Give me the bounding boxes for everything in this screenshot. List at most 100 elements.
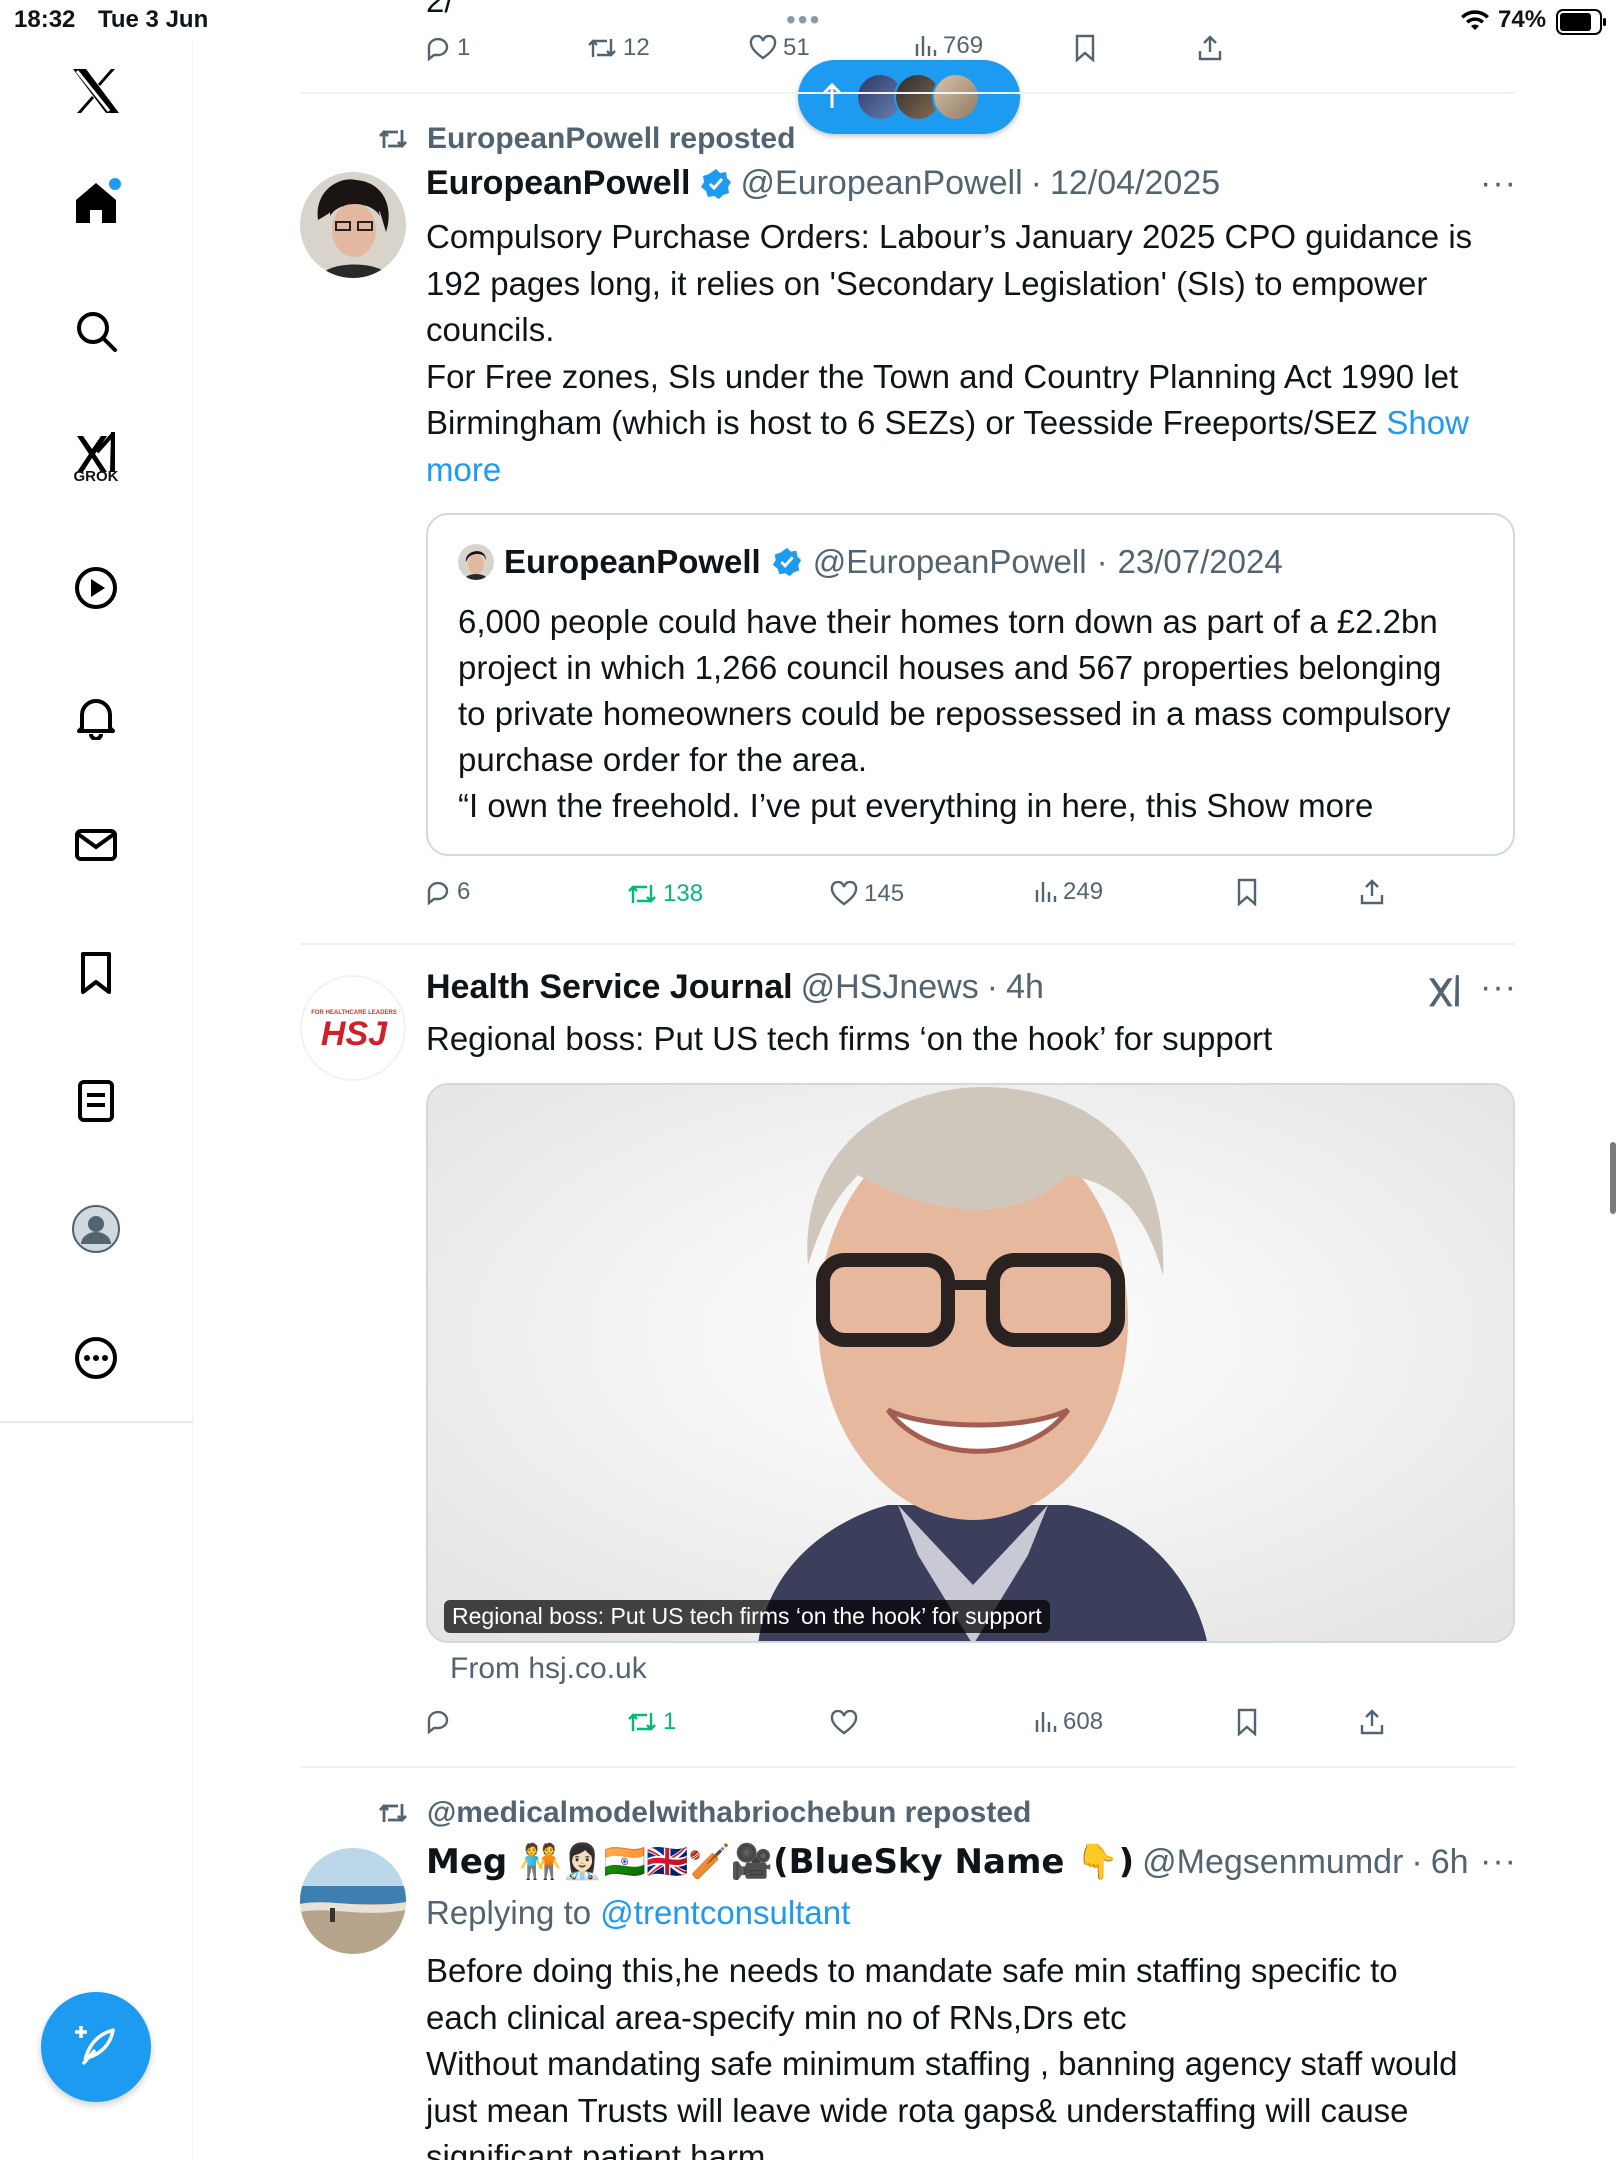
timestamp[interactable]: 6h <box>1431 1843 1469 1882</box>
link-card-image[interactable]: Regional boss: Put US tech firms ‘on the… <box>426 1083 1515 1643</box>
quote-body: 6,000 people could have their homes torn… <box>458 599 1498 829</box>
bookmark-button[interactable] <box>1235 878 1259 906</box>
like-icon <box>749 35 777 60</box>
reply-button[interactable]: 1 <box>425 34 470 62</box>
drag-handle-dots[interactable]: ••• <box>786 4 821 36</box>
avatar[interactable]: FOR HEALTHCARE LEADERS HSJ <box>300 975 406 1081</box>
compose-post-button[interactable] <box>41 1992 151 2102</box>
more-options-icon[interactable]: ··· <box>1480 968 1517 1007</box>
bookmark-button[interactable] <box>1073 34 1097 62</box>
reply-icon <box>427 1710 449 1734</box>
messages-icon[interactable] <box>67 816 125 874</box>
tweet-line: 192 pages long, it relies on 'Secondary … <box>426 264 1428 302</box>
quote-line: 6,000 people could have their homes torn… <box>458 603 1438 640</box>
share-button[interactable] <box>1359 878 1385 906</box>
avatar[interactable] <box>300 1848 406 1954</box>
portrait-photo <box>428 1085 1513 1641</box>
replying-to: Replying to @trentconsultant <box>426 1894 850 1932</box>
repost-button[interactable]: 1 <box>627 1708 676 1736</box>
handle[interactable]: @Megsenmumdr <box>1142 1843 1403 1882</box>
replying-to-link[interactable]: @trentconsultant <box>600 1894 850 1931</box>
handle[interactable]: @HSJnews <box>801 968 979 1007</box>
link-source[interactable]: From hsj.co.uk <box>450 1652 647 1686</box>
dot-separator: · <box>1411 1842 1423 1881</box>
tweet-line: each clinical area-specify min no of RNs… <box>426 1998 1127 2036</box>
views-count: 608 <box>1063 1708 1104 1735</box>
share-button[interactable] <box>1197 34 1223 62</box>
tweet-separator <box>300 92 1515 94</box>
display-name[interactable]: EuropeanPowell <box>426 164 691 203</box>
views-icon <box>915 36 937 56</box>
views-button[interactable]: 249 <box>1033 878 1103 906</box>
new-posts-pill[interactable] <box>798 60 1020 134</box>
quote-avatar <box>458 544 494 580</box>
notifications-icon[interactable] <box>67 688 125 746</box>
like-button[interactable]: 51 <box>749 34 810 62</box>
more-options-icon[interactable]: ··· <box>1480 164 1517 203</box>
wifi-icon <box>1460 8 1490 39</box>
tweet-header: EuropeanPowell @EuropeanPowell · 12/04/2… <box>426 164 1220 203</box>
more-options-icon[interactable]: ··· <box>1480 1842 1517 1881</box>
bookmark-icon <box>1237 1708 1257 1736</box>
repost-icon <box>379 1804 407 1822</box>
bookmarks-icon[interactable] <box>67 944 125 1002</box>
repost-indicator[interactable]: @medicalmodelwithabriochebun reposted <box>377 1796 1031 1830</box>
reply-count: 6 <box>457 878 471 905</box>
quote-tweet[interactable]: EuropeanPowell @EuropeanPowell · 23/07/2… <box>426 513 1515 856</box>
repost-count: 1 <box>663 1708 677 1735</box>
x-logo-icon[interactable] <box>67 62 125 120</box>
home-icon[interactable] <box>67 174 125 232</box>
quote-line: project in which 1,266 council houses an… <box>458 649 1442 686</box>
grok-icon[interactable] <box>1426 972 1462 1013</box>
repost-button[interactable]: 138 <box>627 880 703 908</box>
profile-avatar-icon[interactable] <box>67 1200 125 1258</box>
avatar[interactable] <box>300 172 406 278</box>
tweet-line: For Free zones, SIs under the Town and C… <box>426 357 1459 395</box>
repost-button[interactable]: 12 <box>587 34 650 62</box>
bookmark-button[interactable] <box>1235 1708 1259 1736</box>
dot-separator: · <box>1030 164 1042 202</box>
quote-timestamp: 23/07/2024 <box>1117 543 1283 580</box>
tweet-body: Regional boss: Put US tech firms ‘on the… <box>426 1016 1511 1063</box>
grok-icon[interactable]: GROK <box>67 422 125 485</box>
repost-indicator[interactable]: EuropeanPowell reposted <box>377 122 795 156</box>
sidebar-divider <box>0 1421 193 1423</box>
views-button[interactable]: 769 <box>913 32 983 60</box>
tweet-separator <box>300 1766 1515 1768</box>
repost-by-label: EuropeanPowell reposted <box>427 122 796 155</box>
repost-count: 138 <box>663 880 704 907</box>
show-more-link[interactable]: Show <box>1386 404 1469 441</box>
lists-icon[interactable] <box>67 1072 125 1130</box>
reply-count: 1 <box>457 34 471 61</box>
battery-percent: 74% <box>1498 6 1547 33</box>
video-icon[interactable] <box>67 559 125 617</box>
reply-button[interactable]: 6 <box>425 878 470 906</box>
grok-label: GROK <box>73 468 119 485</box>
hsj-logo-text: HSJ <box>321 1015 388 1053</box>
repost-by-label: @medicalmodelwithabriochebun reposted <box>427 1796 1032 1829</box>
reply-icon <box>427 37 449 61</box>
repost-icon <box>628 885 656 903</box>
image-caption: Regional boss: Put US tech firms ‘on the… <box>444 1600 1050 1633</box>
display-name[interactable]: Meg 🧑‍🤝‍🧑👩🏻‍⚕️🇮🇳🇬🇧🏏🎥(BlueSky Name 👇) <box>426 1842 1134 1882</box>
search-icon[interactable] <box>67 302 125 360</box>
timestamp[interactable]: 12/04/2025 <box>1050 164 1220 203</box>
like-button[interactable]: 145 <box>830 880 904 908</box>
dot-separator: · <box>986 968 999 1006</box>
scrollbar-thumb[interactable] <box>1610 1142 1616 1214</box>
views-button[interactable]: 608 <box>1033 1708 1103 1736</box>
tweet-actions: 1 608 <box>425 1708 1425 1748</box>
timestamp[interactable]: 4h <box>1006 968 1044 1007</box>
share-button[interactable] <box>1359 1708 1385 1736</box>
more-options-icon[interactable] <box>67 1329 125 1387</box>
views-icon <box>1035 882 1057 902</box>
dot-separator: · <box>1096 543 1108 580</box>
display-name[interactable]: Health Service Journal <box>426 968 793 1007</box>
show-more-link-cont[interactable]: more <box>426 451 501 488</box>
like-button[interactable] <box>830 1710 864 1736</box>
reply-button[interactable] <box>425 1708 457 1734</box>
handle[interactable]: @EuropeanPowell <box>741 164 1023 203</box>
tweet-actions: 6 138 145 249 <box>425 878 1425 918</box>
views-icon <box>1035 1712 1057 1732</box>
partial-tweet-text: 2/ <box>426 0 454 19</box>
